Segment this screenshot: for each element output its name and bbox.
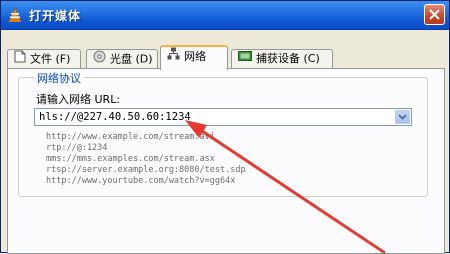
file-icon: [14, 50, 26, 69]
vlc-cone-icon: [7, 7, 23, 23]
url-dropdown-button[interactable]: [395, 110, 410, 124]
disc-icon: [93, 50, 106, 69]
url-combobox[interactable]: [34, 108, 412, 126]
tab-disc[interactable]: 光盘 (D): [86, 49, 158, 69]
url-input[interactable]: [35, 109, 383, 125]
capture-icon: [238, 50, 252, 68]
chevron-down-icon: [398, 114, 407, 120]
example-url: rtsp://server.example.org:8080/test.sdp: [46, 165, 246, 175]
url-label: 请输入网络 URL:: [36, 93, 121, 106]
tab-file[interactable]: 文件 (F): [7, 49, 81, 69]
tab-network-label: 网络: [184, 50, 206, 63]
close-button[interactable]: [424, 4, 445, 25]
tab-capture[interactable]: 捕获设备 (C): [231, 49, 333, 69]
tab-file-label: 文件 (F): [30, 52, 71, 66]
network-icon: [167, 47, 180, 67]
example-url: http://www.yourtube.com/watch?v=gg64x: [46, 176, 236, 186]
tab-network[interactable]: 网络: [160, 45, 228, 70]
tab-strip: 文件 (F) 光盘 (D) 网络 捕获设备 (C): [7, 45, 445, 70]
title-bar[interactable]: 打开媒体: [1, 1, 449, 30]
close-icon: [429, 9, 440, 20]
tab-disc-label: 光盘 (D): [110, 52, 153, 66]
example-url: rtp://@:1234: [46, 143, 108, 153]
tab-capture-label: 捕获设备 (C): [256, 52, 320, 65]
url-examples: http://www.example.com/stream.avi rtp://…: [46, 132, 246, 187]
group-title: 网络协议: [34, 70, 84, 86]
example-url: http://www.example.com/stream.avi: [46, 132, 215, 142]
example-url: mms://mms.examples.com/stream.asx: [46, 154, 215, 164]
window-title: 打开媒体: [29, 9, 82, 23]
